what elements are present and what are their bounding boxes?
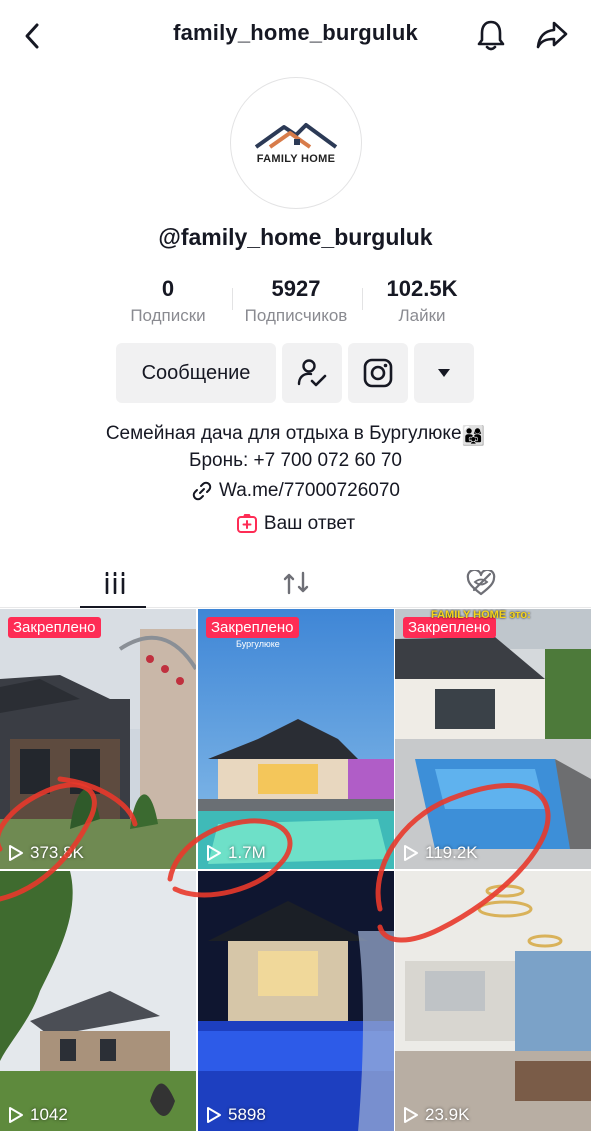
- family-emoji: 👨‍👩‍👧: [461, 426, 486, 447]
- play-icon: [404, 845, 418, 861]
- tab-liked[interactable]: [382, 558, 579, 608]
- video-thumbnail[interactable]: 5898: [198, 871, 394, 1131]
- avatar[interactable]: FAMILY HOME: [230, 77, 362, 209]
- more-button[interactable]: [414, 343, 474, 403]
- play-icon: [9, 845, 23, 861]
- user-check-icon: [297, 359, 327, 387]
- stat-following[interactable]: 0 Подписки: [118, 276, 218, 326]
- video-thumbnail[interactable]: Закреплено 373.8K: [0, 609, 196, 869]
- video-thumbnail[interactable]: Закреплено Бургулюке 1.7M: [198, 609, 394, 869]
- pinned-badge: Закреплено: [206, 617, 299, 638]
- instagram-icon: [363, 358, 393, 388]
- video-thumbnail-image: [0, 609, 196, 869]
- your-reply-text: Ваш ответ: [263, 513, 356, 534]
- share-icon: [536, 21, 568, 49]
- view-count-text: 1042: [30, 1105, 68, 1124]
- notifications-button[interactable]: [472, 16, 510, 54]
- profile-actions: Сообщение: [0, 343, 591, 403]
- view-count-text: 119.2K: [425, 843, 478, 862]
- video-caption: FAMILY HOME это:: [431, 609, 531, 621]
- username: @family_home_burguluk: [158, 224, 433, 250]
- play-icon: [207, 845, 221, 861]
- stat-following-label: Подписки: [130, 306, 206, 325]
- hidden-heart-icon: [466, 570, 495, 596]
- message-button[interactable]: Сообщение: [116, 343, 276, 403]
- bio-link-text: Wa.me/77000726070: [219, 480, 400, 501]
- view-count-text: 1.7M: [228, 843, 266, 862]
- link-icon: [192, 481, 212, 501]
- video-caption: Бургулюке: [236, 639, 280, 649]
- instagram-button[interactable]: [348, 343, 408, 403]
- view-count: 373.8K: [8, 843, 84, 863]
- content-tabs: [0, 558, 591, 608]
- stat-followers[interactable]: 5927 Подписчиков: [236, 276, 356, 326]
- video-thumbnail[interactable]: 23.9K: [395, 871, 591, 1131]
- video-thumbnail-image: [198, 871, 394, 1131]
- video-thumbnail-image: [198, 609, 394, 869]
- view-count: 5898: [206, 1105, 266, 1125]
- grid-icon: [103, 572, 126, 594]
- stat-followers-value: 5927: [271, 276, 321, 301]
- stat-following-value: 0: [161, 276, 175, 301]
- video-thumbnail[interactable]: Закреплено FAMILY HOME это: 119.2K: [395, 609, 591, 869]
- view-count: 119.2K: [403, 843, 478, 863]
- stat-followers-label: Подписчиков: [244, 306, 348, 325]
- view-count-text: 23.9K: [425, 1105, 470, 1124]
- video-thumbnail[interactable]: 1042: [0, 871, 196, 1131]
- share-button[interactable]: [532, 16, 572, 54]
- view-count: 1.7M: [206, 843, 266, 863]
- active-tab-indicator: [80, 606, 146, 608]
- video-thumbnail-image: [395, 871, 591, 1131]
- profile-stats: 0 Подписки 5927 Подписчиков 102.5K Лайки: [0, 276, 591, 332]
- avatar-logo-text: FAMILY HOME: [256, 153, 336, 165]
- play-icon: [9, 1107, 23, 1123]
- play-icon: [207, 1107, 221, 1123]
- your-reply[interactable]: Ваш ответ: [0, 513, 591, 535]
- profile-header: family_home_burguluk: [0, 0, 591, 72]
- video-thumbnail-image: [0, 871, 196, 1131]
- view-count-text: 5898: [228, 1105, 266, 1124]
- video-thumbnail-image: [395, 609, 591, 869]
- house-logo-icon: [254, 123, 338, 149]
- stat-likes-value: 102.5K: [386, 276, 458, 301]
- bell-icon: [477, 20, 505, 51]
- stat-divider: [362, 288, 363, 310]
- following-button[interactable]: [282, 343, 342, 403]
- reply-plus-icon: [236, 514, 257, 533]
- stat-likes[interactable]: 102.5K Лайки: [370, 276, 474, 326]
- tab-videos[interactable]: [16, 558, 213, 608]
- bio-text: Семейная дача для отдыха в Бургулюке: [105, 423, 462, 444]
- bio-link[interactable]: Wa.me/77000726070: [0, 480, 591, 502]
- bio-phone: Бронь: +7 700 072 60 70: [189, 450, 402, 471]
- video-grid: Закреплено 373.8K Закреплено Бургулюке 1…: [0, 609, 591, 1132]
- stat-divider: [232, 288, 233, 310]
- view-count-text: 373.8K: [30, 843, 84, 862]
- bio: Семейная дача для отдыха в Бургулюке👨‍👩‍…: [0, 422, 591, 473]
- bio-line: Семейная дача для отдыха в Бургулюке👨‍👩‍…: [0, 422, 591, 449]
- play-icon: [404, 1107, 418, 1123]
- repost-icon: [283, 571, 308, 595]
- stat-likes-label: Лайки: [398, 306, 446, 325]
- view-count: 23.9K: [403, 1105, 469, 1125]
- pinned-badge: Закреплено: [8, 617, 101, 638]
- view-count: 1042: [8, 1105, 68, 1125]
- tab-reposts[interactable]: [197, 558, 394, 608]
- caret-down-icon: [438, 369, 450, 377]
